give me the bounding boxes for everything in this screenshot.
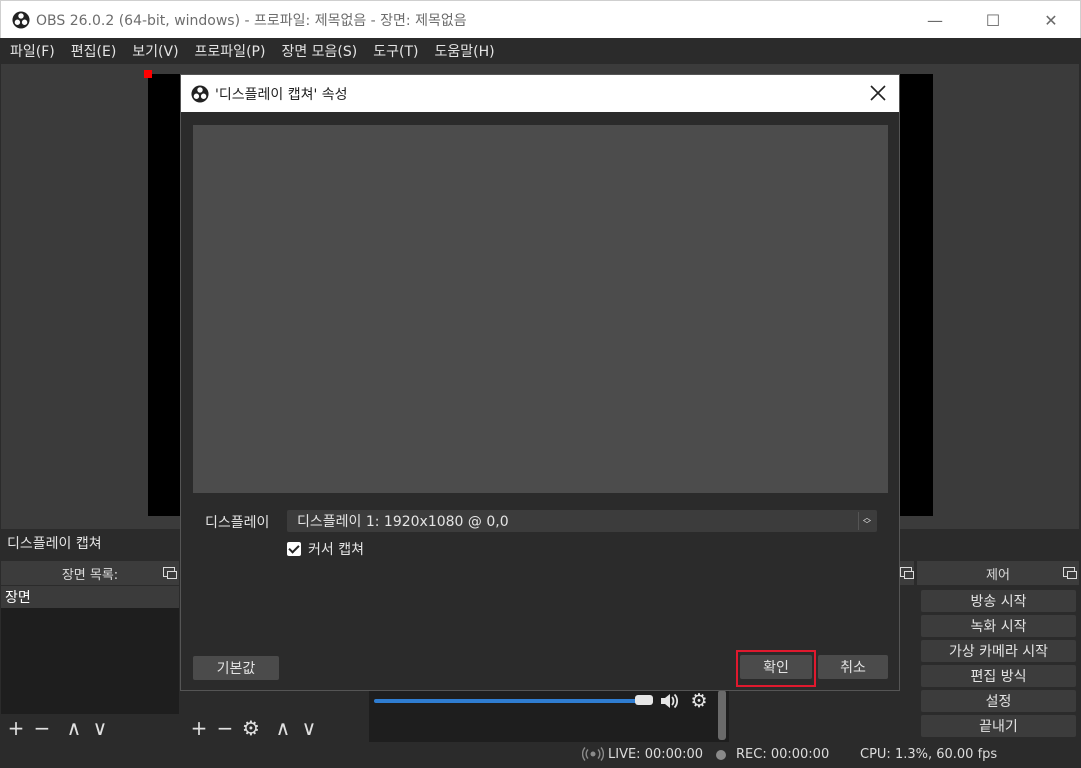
window-title: OBS 26.0.2 (64-bit, windows) - 프로파일: 제목없… bbox=[36, 12, 467, 29]
scenes-dock-header: 장면 목록: bbox=[1, 561, 179, 585]
obs-logo-icon bbox=[12, 10, 30, 29]
capture-cursor-option[interactable]: 커서 캡쳐 bbox=[287, 539, 364, 559]
display-field-label: 디스플레이 bbox=[205, 515, 270, 531]
audio-mixer: ⚙ bbox=[369, 690, 729, 742]
sources-toolbar: + − ⚙ ∧ ∨ bbox=[186, 714, 364, 741]
undock-icon[interactable] bbox=[163, 567, 177, 579]
source-down-icon[interactable]: ∨ bbox=[296, 715, 322, 741]
select-arrows-icon[interactable]: ︿ ﹀ bbox=[858, 512, 875, 530]
mixer-undock-icon[interactable] bbox=[900, 567, 914, 579]
controls-dock-header: 제어 bbox=[917, 561, 1079, 585]
minimize-button[interactable]: — bbox=[906, 1, 964, 39]
ok-button[interactable]: 확인 bbox=[740, 655, 812, 679]
live-broadcast-icon bbox=[581, 747, 605, 765]
menu-profile[interactable]: 프로파일(P) bbox=[189, 41, 272, 61]
start-streaming-button[interactable]: 방송 시작 bbox=[921, 590, 1076, 612]
controls-dock-title: 제어 bbox=[986, 567, 1010, 583]
display-select[interactable]: 디스플레이 1: 1920x1080 @ 0,0 ︿ ﹀ bbox=[287, 510, 877, 532]
remove-source-icon[interactable]: − bbox=[212, 715, 238, 741]
cancel-button[interactable]: 취소 bbox=[818, 655, 888, 679]
volume-slider[interactable] bbox=[374, 699, 644, 703]
speaker-icon[interactable] bbox=[657, 690, 681, 712]
rec-timer: REC: 00:00:00 bbox=[736, 747, 830, 762]
start-recording-button[interactable]: 녹화 시작 bbox=[921, 615, 1076, 637]
window-titlebar: OBS 26.0.2 (64-bit, windows) - 프로파일: 제목없… bbox=[0, 0, 1081, 38]
studio-mode-button[interactable]: 편집 방식 bbox=[921, 665, 1076, 687]
start-virtual-camera-button[interactable]: 가상 카메라 시작 bbox=[921, 640, 1076, 662]
scenes-dock-title: 장면 목록: bbox=[61, 567, 119, 583]
selection-handle[interactable] bbox=[144, 70, 152, 78]
add-scene-icon[interactable]: + bbox=[3, 715, 29, 741]
move-down-icon[interactable]: ∨ bbox=[87, 715, 113, 741]
add-source-icon[interactable]: + bbox=[186, 715, 212, 741]
dialog-source-preview bbox=[193, 125, 888, 493]
scene-list-item[interactable]: 장면 bbox=[1, 586, 179, 608]
move-up-icon[interactable]: ∧ bbox=[61, 715, 87, 741]
scenes-toolbar: + − ∧ ∨ bbox=[1, 714, 179, 741]
source-settings-icon[interactable]: ⚙ bbox=[238, 715, 264, 741]
mixer-gear-icon[interactable]: ⚙ bbox=[687, 690, 711, 712]
mixer-scrollbar[interactable] bbox=[718, 690, 726, 740]
volume-slider-handle[interactable] bbox=[635, 695, 653, 705]
menu-edit[interactable]: 편집(E) bbox=[65, 41, 123, 61]
display-select-value: 디스플레이 1: 1920x1080 @ 0,0 bbox=[297, 514, 509, 530]
maximize-button[interactable]: ☐ bbox=[964, 1, 1022, 39]
controls-undock-icon[interactable] bbox=[1063, 567, 1077, 579]
obs-logo-icon bbox=[191, 84, 209, 103]
menu-help[interactable]: 도움말(H) bbox=[428, 41, 500, 61]
menu-bar: 파일(F) 편집(E) 보기(V) 프로파일(P) 장면 모음(S) 도구(T)… bbox=[0, 38, 1081, 64]
dialog-title: '디스플레이 캡쳐' 속성 bbox=[215, 86, 348, 103]
rec-indicator-icon bbox=[716, 750, 726, 760]
capture-cursor-label: 커서 캡쳐 bbox=[308, 542, 364, 558]
menu-view[interactable]: 보기(V) bbox=[126, 41, 184, 61]
dialog-titlebar: '디스플레이 캡쳐' 속성 bbox=[181, 75, 899, 112]
properties-dialog: '디스플레이 캡쳐' 속성 디스플레이 디스플레이 1: 1920x1080 @… bbox=[180, 74, 900, 691]
scene-list[interactable]: 장면 bbox=[1, 586, 179, 714]
capture-cursor-checkbox[interactable] bbox=[287, 542, 301, 556]
close-window-button[interactable]: ✕ bbox=[1022, 1, 1080, 39]
status-bar: LIVE: 00:00:00 REC: 00:00:00 CPU: 1.3%, … bbox=[0, 742, 1081, 768]
defaults-button[interactable]: 기본값 bbox=[193, 656, 279, 680]
live-timer: LIVE: 00:00:00 bbox=[608, 747, 704, 762]
remove-scene-icon[interactable]: − bbox=[29, 715, 55, 741]
source-up-icon[interactable]: ∧ bbox=[270, 715, 296, 741]
mixer-dock-header-fragment bbox=[900, 561, 914, 585]
menu-file[interactable]: 파일(F) bbox=[4, 41, 61, 61]
exit-button[interactable]: 끝내기 bbox=[921, 715, 1076, 737]
menu-tools[interactable]: 도구(T) bbox=[367, 41, 424, 61]
cpu-fps-readout: CPU: 1.3%, 60.00 fps bbox=[860, 747, 998, 762]
dialog-close-icon[interactable] bbox=[869, 84, 887, 102]
settings-button[interactable]: 설정 bbox=[921, 690, 1076, 712]
menu-scene-collection[interactable]: 장면 모음(S) bbox=[275, 41, 363, 61]
